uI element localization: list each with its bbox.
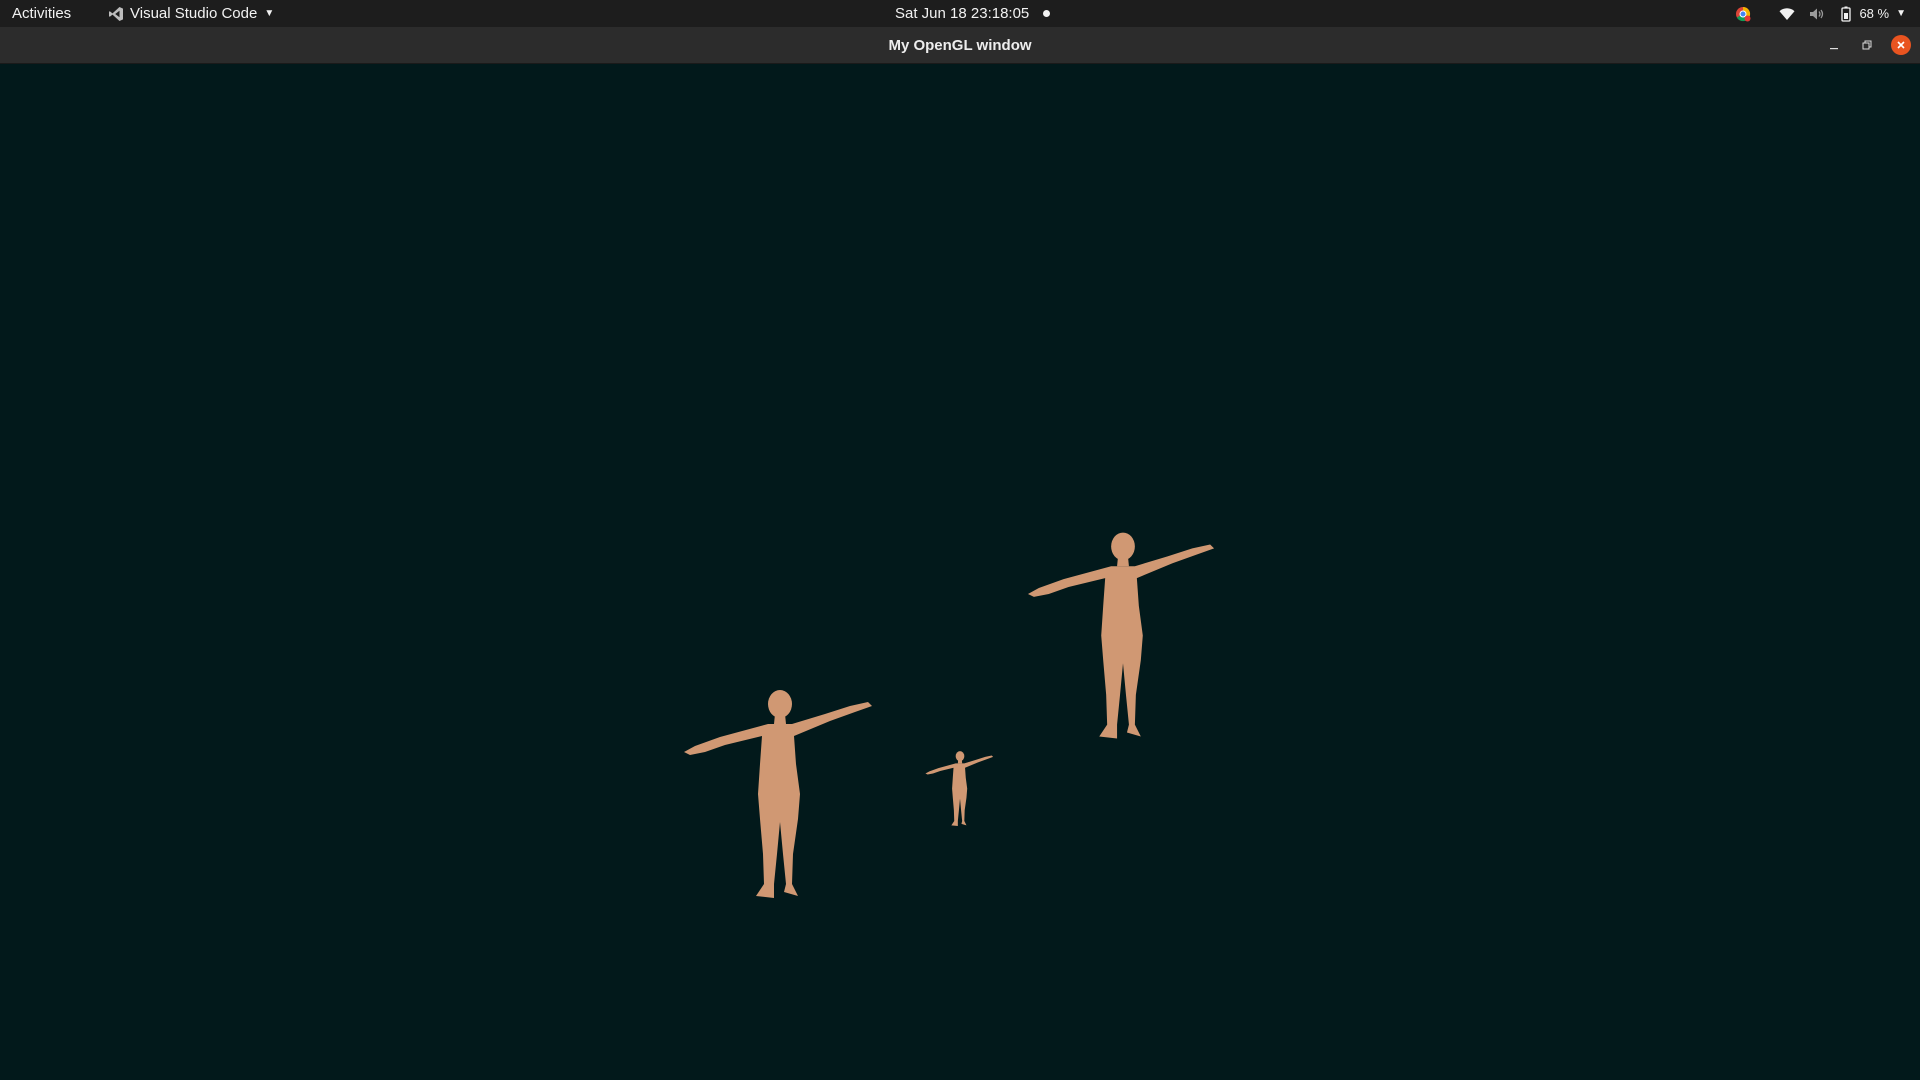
chevron-down-icon: ▼ <box>264 8 275 19</box>
system-tray[interactable]: 68 % ▼ <box>1721 0 1906 27</box>
chevron-down-icon: ▼ <box>1896 8 1906 19</box>
adult-male-figure <box>1027 532 1215 739</box>
close-button[interactable] <box>1891 35 1911 55</box>
scene-figures <box>684 532 1215 898</box>
app-name: Visual Studio Code <box>130 5 258 22</box>
battery-icon[interactable] <box>1839 6 1853 22</box>
battery-percent: 68 % <box>1859 6 1890 21</box>
notification-dot-icon <box>1043 10 1051 17</box>
activities-label: Activities <box>12 5 72 22</box>
minimize-icon <box>1830 48 1838 50</box>
app-menu-button[interactable]: Visual Studio Code ▼ <box>108 0 274 27</box>
render-canvas <box>684 532 1215 898</box>
activities-button[interactable]: Activities <box>12 0 71 27</box>
child-figure <box>925 751 994 827</box>
clock-text: Sat Jun 18 23:18:05 <box>895 5 1030 22</box>
top-bar: Activities Visual Studio Code ▼ Sat Jun … <box>0 0 1920 27</box>
close-icon <box>1897 41 1905 49</box>
restore-icon <box>1862 40 1872 50</box>
volume-icon[interactable] <box>1809 7 1825 21</box>
minimize-button[interactable] <box>1824 35 1844 55</box>
window-title: My OpenGL window <box>888 36 1032 54</box>
maximize-button[interactable] <box>1857 35 1877 55</box>
chrome-icon[interactable] <box>1735 6 1751 22</box>
vscode-icon <box>109 6 123 21</box>
clock-button[interactable]: Sat Jun 18 23:18:05 <box>895 0 1051 27</box>
adult-female-figure <box>684 690 872 898</box>
opengl-viewport[interactable] <box>0 64 1920 1080</box>
window-titlebar[interactable]: My OpenGL window <box>0 27 1920 64</box>
wifi-icon[interactable] <box>1779 7 1795 21</box>
